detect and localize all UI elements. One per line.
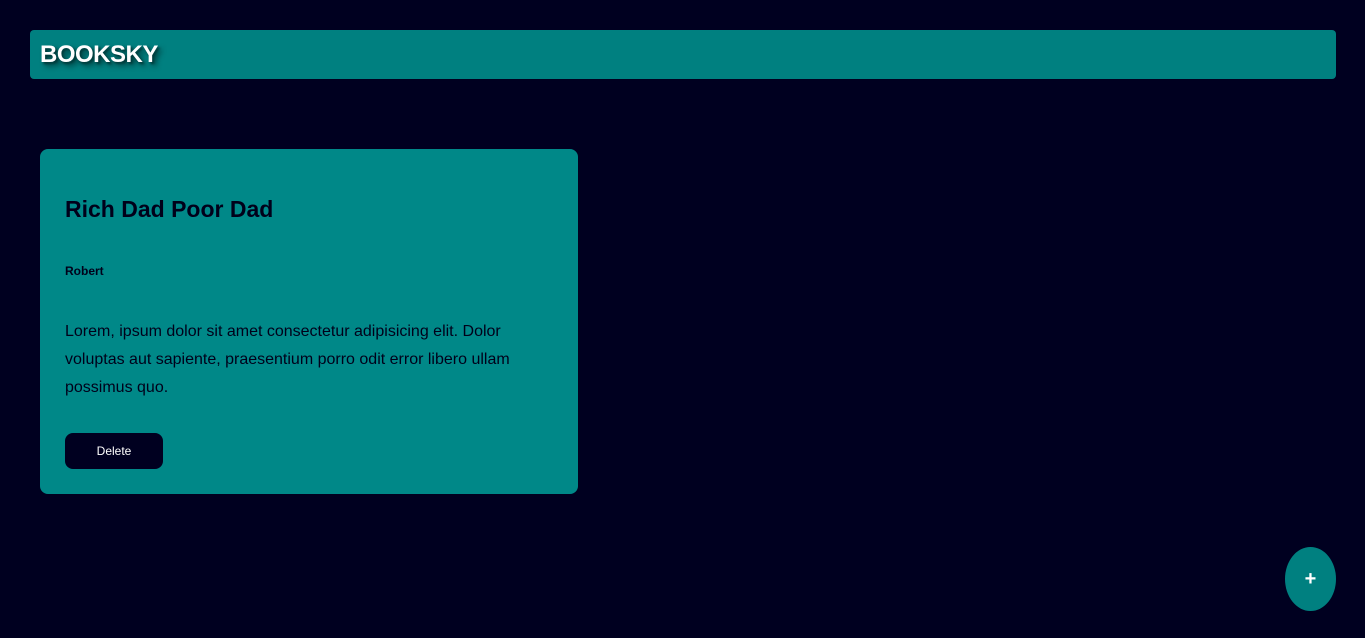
book-title: Rich Dad Poor Dad <box>65 196 274 222</box>
book-author: Robert <box>65 264 104 278</box>
book-card: Rich Dad Poor Dad Robert Lorem, ipsum do… <box>40 149 578 494</box>
app-header: BOOKSKY <box>30 30 1336 79</box>
brand-logo[interactable]: BOOKSKY <box>40 41 158 69</box>
delete-button[interactable]: Delete <box>65 433 163 469</box>
add-book-button[interactable]: + <box>1285 547 1336 611</box>
book-description: Lorem, ipsum dolor sit amet consectetur … <box>65 323 510 396</box>
